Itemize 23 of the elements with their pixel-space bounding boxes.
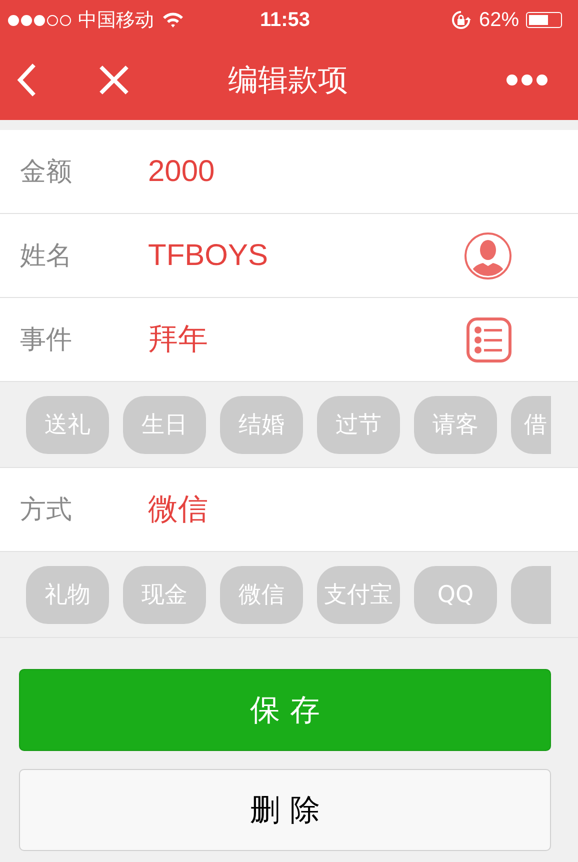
- more-icon[interactable]: [506, 74, 548, 86]
- list-icon[interactable]: [466, 316, 512, 362]
- person-icon[interactable]: [464, 232, 512, 280]
- field-label: 事件: [20, 324, 73, 357]
- field-label: 方式: [20, 494, 73, 527]
- field-value[interactable]: 微信: [148, 489, 578, 530]
- close-icon[interactable]: [98, 64, 130, 96]
- field-label: 姓名: [20, 240, 73, 273]
- field-value[interactable]: 2000: [148, 154, 578, 188]
- rotation-lock-icon: [450, 9, 472, 31]
- clock-time: 11:53: [260, 8, 310, 32]
- field-value[interactable]: TFBOYS: [148, 238, 464, 272]
- delete-button[interactable]: 删 除: [19, 769, 551, 851]
- carrier-name: 中国移动: [78, 8, 154, 33]
- battery-icon: [526, 12, 562, 28]
- battery-percent: 62%: [478, 8, 519, 32]
- field-label: 金额: [20, 156, 73, 189]
- signal-icon: [8, 14, 71, 26]
- page-title: 编辑款项: [227, 62, 349, 100]
- wifi-icon: [161, 11, 185, 29]
- back-icon[interactable]: [16, 62, 38, 98]
- save-button[interactable]: 保 存: [19, 669, 551, 751]
- field-value[interactable]: 拜年: [148, 319, 466, 360]
